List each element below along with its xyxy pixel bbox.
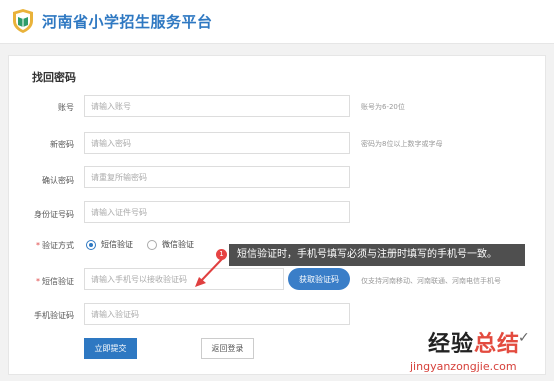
sms-label: * 短信验证 — [36, 277, 74, 286]
id-number-label: 身份证号码 — [34, 210, 74, 219]
radio-unselected-icon — [147, 239, 157, 250]
watermark-check-icon: ✓ — [518, 330, 530, 346]
confirm-password-label: 确认密码 — [42, 176, 74, 185]
radio-sms[interactable]: 短信验证 — [86, 239, 133, 250]
watermark-title: 经验总结 — [428, 332, 521, 357]
required-mark: * — [36, 241, 40, 250]
site-title: 河南省小学招生服务平台 — [42, 13, 213, 31]
new-password-input[interactable] — [84, 132, 350, 154]
required-mark: * — [36, 277, 40, 286]
id-number-input[interactable] — [84, 201, 350, 223]
new-password-label: 新密码 — [50, 140, 74, 149]
phone-input[interactable] — [84, 268, 284, 290]
shield-book-logo-icon — [13, 9, 33, 33]
phone-code-input[interactable] — [84, 303, 350, 325]
confirm-password-input[interactable] — [84, 166, 350, 188]
watermark-url: jingyanzongjie.com — [410, 360, 517, 373]
get-code-button[interactable]: 获取验证码 — [288, 268, 350, 290]
annotation-tooltip: 短信验证时，手机号填写必须与注册时填写的手机号一致。 — [229, 244, 525, 266]
account-input[interactable] — [84, 95, 350, 117]
page-title: 找回密码 — [32, 71, 76, 84]
phone-code-label: 手机验证码 — [34, 311, 74, 320]
account-label: 账号 — [58, 103, 74, 112]
radio-selected-icon — [86, 239, 96, 250]
site-header: 河南省小学招生服务平台 — [0, 0, 554, 44]
annotation-arrow-icon — [195, 258, 223, 287]
watermark: 经验总结 ✓ jingyanzongjie.com — [408, 326, 550, 378]
submit-button[interactable]: 立即提交 — [84, 338, 137, 359]
sms-hint: 仅支持河南移动、河南联通、河南电信手机号 — [361, 277, 501, 285]
account-hint: 账号为6-20位 — [361, 103, 405, 111]
new-password-hint: 密码为8位以上数字或字母 — [361, 140, 443, 148]
verify-method-label: * 验证方式 — [36, 241, 74, 250]
back-to-login-button[interactable]: 返回登录 — [201, 338, 254, 359]
annotation-badge: 1 — [216, 249, 227, 260]
radio-wechat[interactable]: 微信验证 — [147, 239, 194, 250]
